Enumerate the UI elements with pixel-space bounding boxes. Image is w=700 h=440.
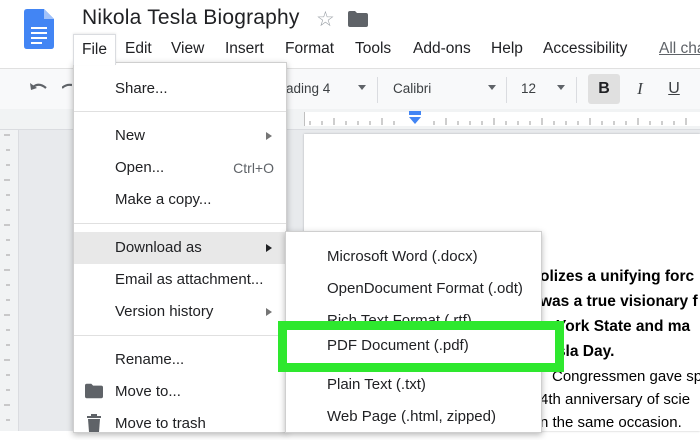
- menu-addons[interactable]: Add-ons: [413, 36, 471, 62]
- menu-item-html[interactable]: Web Page (.html, zipped): [286, 401, 541, 433]
- menu-divider: [74, 111, 286, 112]
- underline-button[interactable]: U: [662, 74, 686, 104]
- menu-view[interactable]: View: [171, 36, 204, 62]
- menu-item-email-attachment[interactable]: Email as attachment...: [74, 264, 286, 296]
- chevron-down-icon: [557, 85, 565, 90]
- menu-edit[interactable]: Edit: [125, 36, 152, 62]
- menu-item-pdf-highlighted[interactable]: PDF Document (.pdf): [278, 321, 564, 372]
- paragraph-style-select[interactable]: ading 4: [286, 81, 330, 96]
- menu-format[interactable]: Format: [285, 36, 334, 62]
- chevron-down-icon: [488, 85, 496, 90]
- folder-icon[interactable]: [348, 11, 368, 27]
- page-text-line: was a true visionary f: [540, 293, 698, 310]
- menu-item-move-to[interactable]: Move to...: [74, 376, 286, 408]
- menu-item-label: OpenDocument Format (.odt): [327, 280, 523, 297]
- menu-help[interactable]: Help: [491, 36, 523, 62]
- menu-item-txt[interactable]: Plain Text (.txt): [286, 369, 541, 401]
- undo-icon[interactable]: [28, 80, 50, 98]
- menu-file[interactable]: File: [73, 34, 116, 65]
- menu-item-label: Download as: [115, 239, 202, 256]
- menu-item-label: Microsoft Word (.docx): [327, 248, 478, 265]
- menu-item-share[interactable]: Share...: [74, 73, 286, 105]
- vertical-ruler-ticks: [4, 134, 10, 421]
- menu-item-rename[interactable]: Rename...: [74, 344, 286, 376]
- font-family-select[interactable]: Calibri: [393, 81, 431, 96]
- menu-tools[interactable]: Tools: [355, 36, 391, 62]
- redo-icon[interactable]: [62, 80, 72, 98]
- menu-item-version-history[interactable]: Version history: [74, 296, 286, 328]
- toolbar-divider: [506, 77, 507, 103]
- submenu-arrow-icon: [266, 308, 272, 316]
- page-text-line: 4th anniversary of scie: [540, 391, 691, 408]
- menu-item-download-as[interactable]: Download as: [74, 232, 286, 264]
- menu-item-open[interactable]: Open... Ctrl+O: [74, 152, 286, 184]
- chevron-down-icon: [358, 85, 366, 90]
- menu-item-label: Version history: [115, 303, 214, 320]
- menu-item-label: New: [115, 127, 146, 144]
- menu-item-odt[interactable]: OpenDocument Format (.odt): [286, 273, 541, 305]
- menu-item-label: Make a copy...: [115, 191, 212, 208]
- menu-item-label: Web Page (.html, zipped): [327, 408, 496, 425]
- menu-item-label: Email as attachment...: [115, 271, 264, 288]
- toolbar-divider: [377, 77, 378, 103]
- menu-insert[interactable]: Insert: [225, 36, 264, 62]
- submenu-arrow-icon: [266, 244, 272, 252]
- menu-item-label: Move to trash: [115, 415, 206, 432]
- menu-item-move-trash[interactable]: Move to trash: [74, 408, 286, 440]
- all-changes-link[interactable]: All cha: [659, 36, 700, 62]
- menu-item-label: Open...: [115, 159, 165, 176]
- vertical-ruler[interactable]: [0, 130, 19, 431]
- file-menu: Share... New Open... Ctrl+O Make a copy.…: [73, 62, 287, 433]
- folder-icon: [85, 383, 103, 399]
- menu-accessibility[interactable]: Accessibility: [543, 36, 627, 62]
- menu-item-new[interactable]: New: [74, 120, 286, 152]
- page-text-line: olizes a unifying forc: [540, 268, 695, 285]
- italic-button[interactable]: I: [628, 74, 652, 104]
- menu-item-label: Rename...: [115, 351, 185, 368]
- ruler-ticks: [309, 118, 687, 125]
- menu-item-docx[interactable]: Microsoft Word (.docx): [286, 241, 541, 273]
- menubar: File Edit View Insert Format Tools Add-o…: [0, 34, 700, 65]
- submenu-arrow-icon: [266, 132, 272, 140]
- shortcut-label: Ctrl+O: [233, 160, 274, 176]
- menu-divider: [74, 335, 286, 336]
- font-size-select[interactable]: 12: [521, 81, 536, 96]
- menu-item-label: PDF Document (.pdf): [327, 337, 469, 354]
- document-title[interactable]: Nikola Tesla Biography: [82, 6, 300, 30]
- star-icon[interactable]: ☆: [316, 7, 335, 32]
- menu-item-label: Share...: [115, 80, 168, 97]
- menu-item-label: Plain Text (.txt): [327, 376, 426, 393]
- page-text-line: n the same occasion.: [540, 414, 682, 431]
- menu-divider: [74, 223, 286, 224]
- trash-icon: [87, 414, 101, 432]
- toolbar-divider: [576, 77, 577, 103]
- bold-button[interactable]: B: [588, 74, 620, 104]
- indent-marker-icon[interactable]: [407, 111, 423, 125]
- page-text-line: Congressmen gave sp: [552, 368, 700, 385]
- menu-item-make-copy[interactable]: Make a copy...: [74, 184, 286, 216]
- menu-item-label: Move to...: [115, 383, 181, 400]
